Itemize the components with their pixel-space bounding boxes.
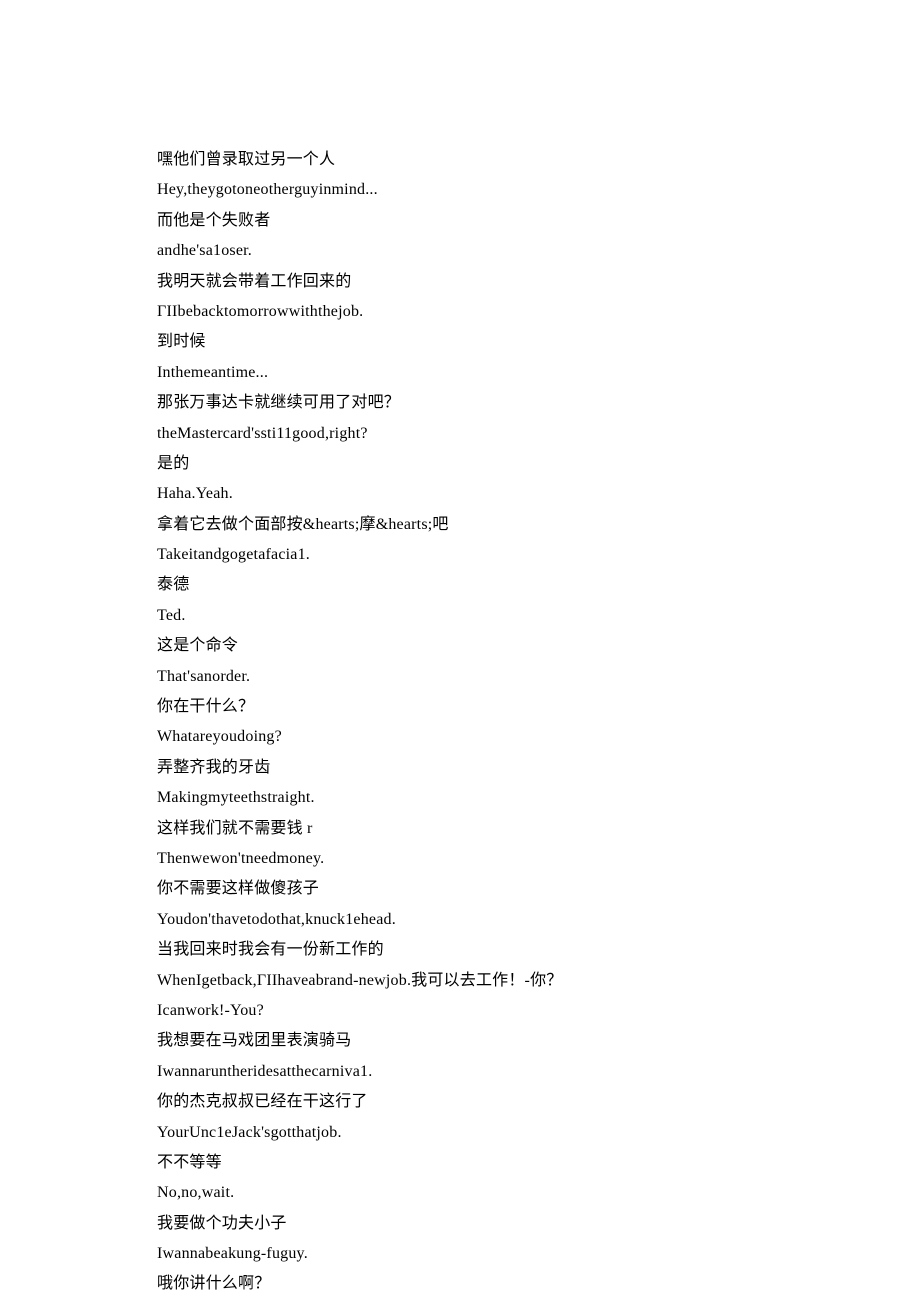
text-line: 我明天就会带着工作回来的 <box>157 267 920 297</box>
text-line: 这是个命令 <box>157 631 920 661</box>
text-line: 拿着它去做个面部按&hearts;摩&hearts;吧 <box>157 510 920 540</box>
text-line: Thenwewon'tneedmoney. <box>157 844 920 874</box>
text-line: 当我回来时我会有一份新工作的 <box>157 935 920 965</box>
text-line: That'sanorder. <box>157 662 920 692</box>
text-line: Hey,theygotoneotherguyinmind... <box>157 175 920 205</box>
text-line: 你的杰克叔叔已经在干这行了 <box>157 1087 920 1117</box>
text-line: theMastercard'ssti11good,right? <box>157 419 920 449</box>
text-line: 到时候 <box>157 327 920 357</box>
text-line: 是的 <box>157 449 920 479</box>
text-line: 这样我们就不需要钱 r <box>157 814 920 844</box>
text-line: 你不需要这样做傻孩子 <box>157 874 920 904</box>
text-line: 我要做个功夫小子 <box>157 1209 920 1239</box>
text-line: Iwannaruntheridesatthecarniva1. <box>157 1057 920 1087</box>
text-line: Icanwork!-You? <box>157 996 920 1026</box>
text-line: Makingmyteethstraight. <box>157 783 920 813</box>
text-line: Whatareyoudoing? <box>157 722 920 752</box>
text-line: Youdon'thavetodothat,knuck1ehead. <box>157 905 920 935</box>
text-line: 泰德 <box>157 570 920 600</box>
text-line: 嘿他们曾录取过另一个人 <box>157 145 920 175</box>
text-line: Inthemeantime... <box>157 358 920 388</box>
text-line: ΓIIbebacktomorrowwiththejob. <box>157 297 920 327</box>
text-line: Haha.Yeah. <box>157 479 920 509</box>
text-line: YourUnc1eJack'sgotthatjob. <box>157 1118 920 1148</box>
document-page: 嘿他们曾录取过另一个人 Hey,theygotoneotherguyinmind… <box>0 0 920 1301</box>
text-line: 哦你讲什么啊？ <box>157 1269 920 1299</box>
text-line: Ted. <box>157 601 920 631</box>
text-line: andhe'sa1oser. <box>157 236 920 266</box>
text-line: WhenIgetback,ΓIIhaveabrand-newjob.我可以去工作… <box>157 966 920 996</box>
text-line: 不不等等 <box>157 1148 920 1178</box>
text-line: 你在干什么？ <box>157 692 920 722</box>
text-line: No,no,wait. <box>157 1178 920 1208</box>
text-line: 而他是个失败者 <box>157 206 920 236</box>
text-line: Takeitandgogetafacia1. <box>157 540 920 570</box>
text-line: 弄整齐我的牙齿 <box>157 753 920 783</box>
text-line: Iwannabeakung-fuguy. <box>157 1239 920 1269</box>
text-line: 我想要在马戏团里表演骑马 <box>157 1026 920 1056</box>
text-line: 那张万事达卡就继续可用了对吧？ <box>157 388 920 418</box>
